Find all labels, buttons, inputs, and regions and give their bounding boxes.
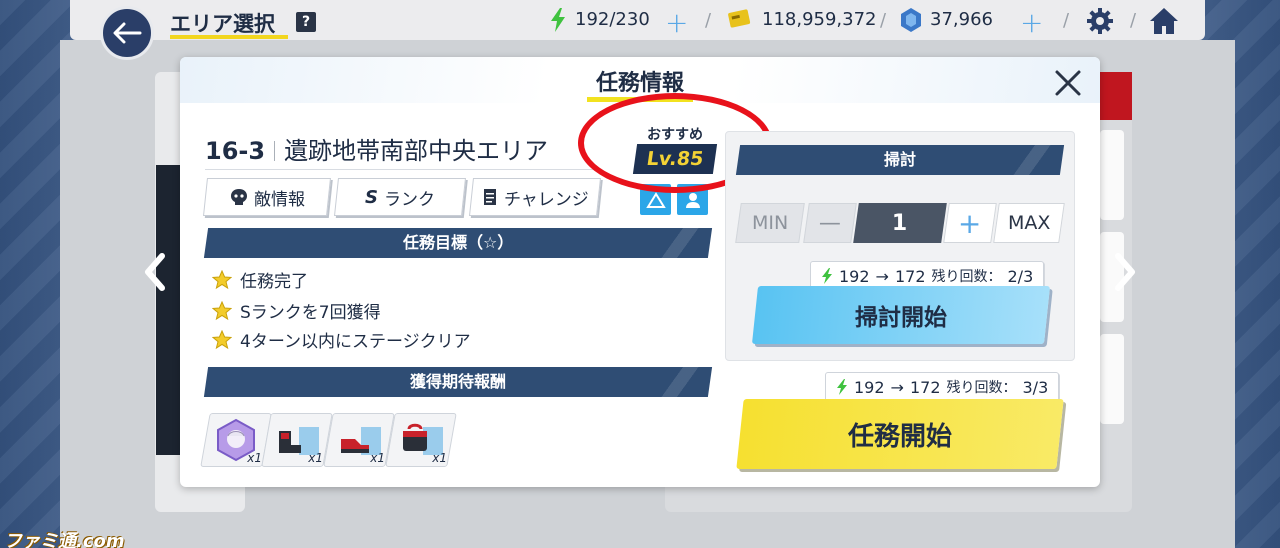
reward-count: x1	[247, 451, 262, 465]
stage-title: 16-3 遺跡地帯南部中央エリア	[205, 131, 548, 166]
home-icon[interactable]	[1148, 6, 1180, 36]
stamina-icon	[822, 268, 832, 284]
gear-icon[interactable]	[1086, 7, 1114, 35]
objective-text: 任務完了	[240, 272, 308, 292]
title-underline	[170, 35, 288, 39]
credit-card-icon	[728, 9, 751, 28]
rewards-header: 獲得期待報酬	[203, 367, 713, 397]
objective-item: 4ターン以内にステージクリア	[212, 327, 471, 352]
sweep-count-value: 1	[853, 203, 947, 243]
challenge-button[interactable]: チャレンジ	[469, 178, 601, 216]
reward-item[interactable]: x1	[385, 413, 457, 467]
cost-to: 172	[894, 266, 926, 286]
reward-content: x1	[329, 414, 389, 466]
prev-stage-arrow[interactable]	[140, 252, 172, 292]
stamina-icon	[837, 379, 847, 395]
enemy-icon	[230, 189, 247, 205]
arrow-right-icon: →	[875, 266, 889, 286]
add-gems-button[interactable]: +	[1020, 6, 1043, 39]
stamina-value: 192/230	[575, 9, 650, 30]
tab-label: ランク	[383, 189, 435, 210]
reward-item[interactable]: x1	[261, 413, 333, 467]
cost-to: 172	[909, 377, 941, 397]
mission-start-label: 任務開始	[847, 421, 952, 452]
objective-item: Sランクを7回獲得	[212, 298, 381, 323]
plus-button[interactable]: +	[943, 203, 997, 243]
reward-count: x1	[370, 451, 385, 465]
sweep-start-label: 掃討開始	[855, 305, 947, 331]
objective-text: Sランクを7回獲得	[240, 303, 381, 323]
reward-item[interactable]: x1	[323, 413, 395, 467]
mission-start-button[interactable]: 任務開始	[736, 399, 1064, 469]
minus-button[interactable]: —	[803, 203, 857, 243]
cost-from: 192	[854, 377, 885, 397]
remaining-label: 残り回数：	[931, 269, 1002, 285]
objective-text: 4ターン以内にステージクリア	[240, 332, 471, 352]
sweep-start-button[interactable]: 掃討開始	[751, 286, 1051, 344]
sweep-header-label: 掃討	[883, 150, 916, 169]
background-tile	[1100, 130, 1124, 220]
party-icon	[645, 191, 666, 208]
remaining-label: 残り回数：	[946, 380, 1017, 396]
rank-s-icon: S	[365, 186, 378, 208]
close-icon[interactable]	[1052, 67, 1084, 99]
max-button[interactable]: MAX	[993, 203, 1065, 243]
objective-item: 任務完了	[212, 267, 308, 292]
background-red-tab	[1098, 72, 1132, 120]
page-title: エリア選択	[170, 12, 275, 36]
sweep-header: 掃討	[735, 145, 1065, 175]
stage-number: 16-3	[205, 137, 266, 165]
enemy-info-button[interactable]: 敵情報	[203, 178, 331, 216]
tab-label: チャレンジ	[503, 189, 589, 210]
objectives-header-label: 任務目標（☆）	[402, 233, 514, 252]
stamina-icon	[551, 8, 565, 32]
reward-count: x1	[432, 451, 447, 465]
min-label: MIN	[751, 212, 789, 234]
star-icon	[212, 269, 232, 289]
divider: /	[1063, 10, 1070, 31]
divider: /	[1130, 10, 1137, 31]
modal-title: 任務情報	[595, 71, 684, 96]
next-stage-arrow[interactable]	[1108, 252, 1140, 292]
plus-label: +	[958, 206, 982, 240]
min-button[interactable]: MIN	[735, 203, 805, 243]
credits-value: 118,959,372	[762, 9, 877, 30]
rewards-header-label: 獲得期待報酬	[409, 372, 506, 391]
divider: /	[880, 10, 887, 31]
document-icon	[483, 189, 496, 205]
reward-content: x1	[267, 414, 327, 466]
gem-icon	[901, 8, 921, 32]
stage-name: 遺跡地帯南部中央エリア	[284, 137, 549, 165]
reward-count: x1	[308, 451, 323, 465]
reward-content: x1	[391, 414, 451, 466]
reward-content: x1	[206, 414, 266, 466]
tab-label: 敵情報	[253, 189, 305, 210]
remaining-value: 2/3	[1007, 266, 1034, 286]
reward-item[interactable]: x1	[200, 413, 272, 467]
star-icon	[212, 329, 232, 349]
add-stamina-button[interactable]: +	[665, 6, 688, 39]
help-button[interactable]: ?	[296, 12, 316, 32]
rank-button[interactable]: S ランク	[334, 178, 466, 216]
remaining-value: 3/3	[1022, 377, 1049, 397]
divider: /	[705, 10, 712, 31]
start-cost-tag: 192 → 172 残り回数： 3/3	[825, 372, 1060, 402]
cost-from: 192	[839, 266, 870, 286]
arrow-left-icon	[113, 22, 142, 44]
arrow-right-icon: →	[890, 377, 904, 397]
background-tile	[1100, 334, 1124, 424]
back-button[interactable]	[100, 6, 154, 60]
mission-info-modal: 任務情報 16-3 遺跡地帯南部中央エリア 敵情報 S ランク チャレンジ おす…	[180, 57, 1100, 487]
divider	[205, 169, 597, 170]
star-icon	[212, 300, 232, 320]
sweep-count-text: 1	[892, 210, 908, 236]
watermark-logo: ファミ通.com	[4, 531, 125, 548]
divider	[274, 141, 276, 161]
minus-label: —	[819, 210, 841, 236]
objectives-header: 任務目標（☆）	[203, 228, 713, 258]
gems-value: 37,966	[930, 9, 993, 30]
max-label: MAX	[1007, 212, 1051, 234]
person-icon	[685, 192, 700, 208]
